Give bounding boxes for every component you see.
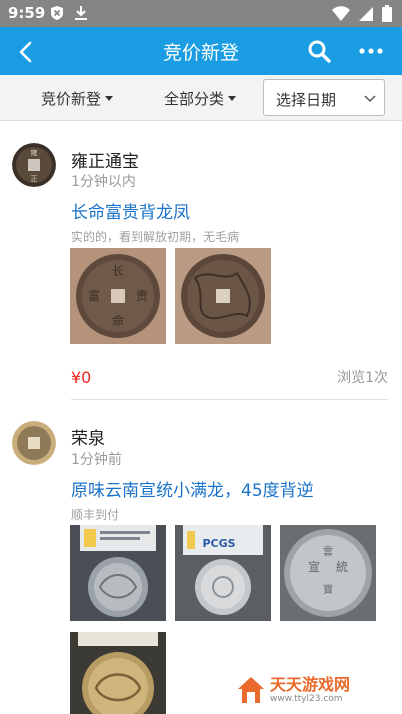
svg-text:寶: 寶	[323, 583, 333, 596]
caret-down-icon	[105, 96, 114, 101]
sort-dropdown[interactable]: 竞价新登	[41, 88, 114, 109]
svg-text:长: 长	[112, 264, 124, 278]
page-title: 竞价新登	[162, 42, 239, 64]
search-icon[interactable]	[306, 38, 332, 64]
svg-text:PCGS: PCGS	[202, 537, 235, 550]
download-icon	[75, 6, 87, 20]
list-item[interactable]: 雍 正 雍正通宝 1分钟以内 长命富贵背龙凤 实的的，看到解放初期，无毛病 长 …	[0, 121, 402, 401]
post-title[interactable]: 原味云南宣统小满龙，45度背逆	[71, 476, 314, 501]
svg-text:命: 命	[112, 313, 124, 328]
avatar[interactable]: 雍 正	[12, 143, 56, 187]
signal-icon	[359, 6, 373, 21]
post-description: 顺丰到付	[71, 508, 120, 522]
filter-bar: 竞价新登 全部分类 选择日期	[0, 75, 402, 121]
post-image[interactable]	[70, 632, 166, 714]
post-time: 1分钟以内	[71, 174, 136, 190]
post-image[interactable]: 宣 統 雲 寶	[280, 525, 376, 621]
post-time: 1分钟前	[71, 452, 122, 468]
post-image[interactable]	[175, 248, 271, 344]
watermark-url: www.ttyl23.com	[270, 693, 343, 704]
watermark-name: 天天游戏网	[270, 675, 351, 695]
post-image[interactable]: PCGS	[175, 525, 271, 621]
post-title[interactable]: 长命富贵背龙凤	[71, 198, 190, 223]
post-image[interactable]	[70, 525, 166, 621]
status-time: 9:59	[8, 4, 46, 22]
watermark: 天天游戏网 www.ttyl23.com	[236, 672, 386, 708]
chevron-down-icon	[364, 95, 376, 103]
category-dropdown-label: 全部分类	[164, 90, 225, 108]
battery-icon	[382, 5, 392, 22]
date-select[interactable]: 选择日期	[263, 79, 385, 116]
post-description: 实的的，看到解放初期，无毛病	[71, 230, 240, 244]
price-label: ¥0	[71, 368, 92, 387]
list-item[interactable]: 荣泉 1分钟前 原味云南宣统小满龙，45度背逆 顺丰到付 PCGS 宣 統 雲 …	[0, 401, 402, 714]
svg-text:雲: 雲	[323, 546, 333, 558]
svg-text:宣: 宣	[308, 559, 320, 574]
svg-text:雍: 雍	[31, 148, 38, 157]
svg-text:贵: 贵	[136, 289, 148, 303]
divider	[71, 399, 388, 400]
shield-x-icon	[51, 6, 63, 20]
status-bar: 9:59	[0, 0, 402, 27]
svg-text:富: 富	[88, 288, 100, 303]
post-image[interactable]: 长 命 富 贵	[70, 248, 166, 344]
avatar[interactable]	[12, 421, 56, 465]
watermark-logo	[238, 677, 264, 703]
caret-down-icon	[228, 96, 237, 101]
sort-dropdown-label: 竞价新登	[41, 90, 102, 108]
wifi-icon	[332, 5, 350, 21]
view-count: 浏览1次	[337, 370, 388, 386]
more-icon[interactable]	[358, 38, 384, 64]
date-select-label: 选择日期	[276, 91, 337, 109]
app-bar: 竞价新登	[0, 27, 402, 75]
post-username[interactable]: 荣泉	[71, 424, 105, 449]
svg-text:正: 正	[31, 175, 38, 183]
svg-text:統: 統	[336, 560, 348, 574]
post-username[interactable]: 雍正通宝	[71, 147, 139, 172]
category-dropdown[interactable]: 全部分类	[164, 88, 237, 109]
